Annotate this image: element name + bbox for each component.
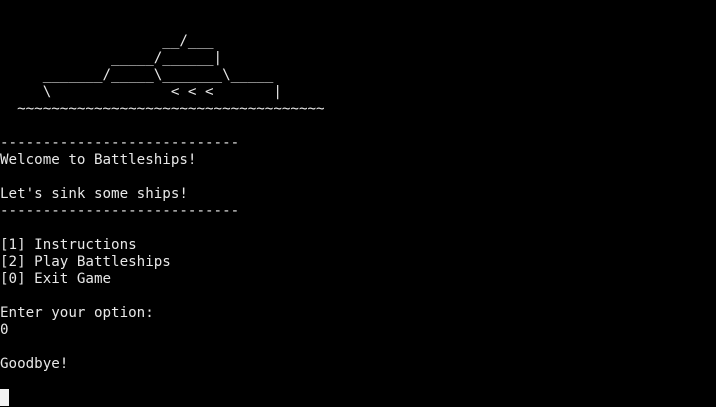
ship-art-line-1: __/___ — [0, 33, 214, 49]
ship-art-line-2: _____/______| — [0, 50, 223, 66]
ship-art-line-4: \ < < < | — [0, 84, 282, 100]
menu-item-exit: [0] Exit Game — [0, 271, 112, 287]
option-prompt: Enter your option: — [0, 305, 154, 321]
divider-top: ---------------------------- — [0, 135, 240, 151]
divider-bottom: ---------------------------- — [0, 203, 240, 219]
terminal-window[interactable]: __/___ _____/______| _______/_____\_____… — [0, 0, 716, 407]
ship-art-waves: ~~~~~~~~~~~~~~~~~~~~~~~~~~~~~~~~~~~~ — [0, 101, 325, 117]
text-cursor[interactable] — [0, 389, 9, 406]
goodbye-text: Goodbye! — [0, 356, 69, 372]
welcome-text: Welcome to Battleships! — [0, 152, 197, 168]
menu-item-play: [2] Play Battleships — [0, 254, 171, 270]
tagline-text: Let's sink some ships! — [0, 186, 188, 202]
ship-art-line-3: _______/_____\_______\_____ — [0, 67, 274, 83]
menu-item-instructions: [1] Instructions — [0, 237, 137, 253]
user-input-echo: 0 — [0, 322, 9, 338]
